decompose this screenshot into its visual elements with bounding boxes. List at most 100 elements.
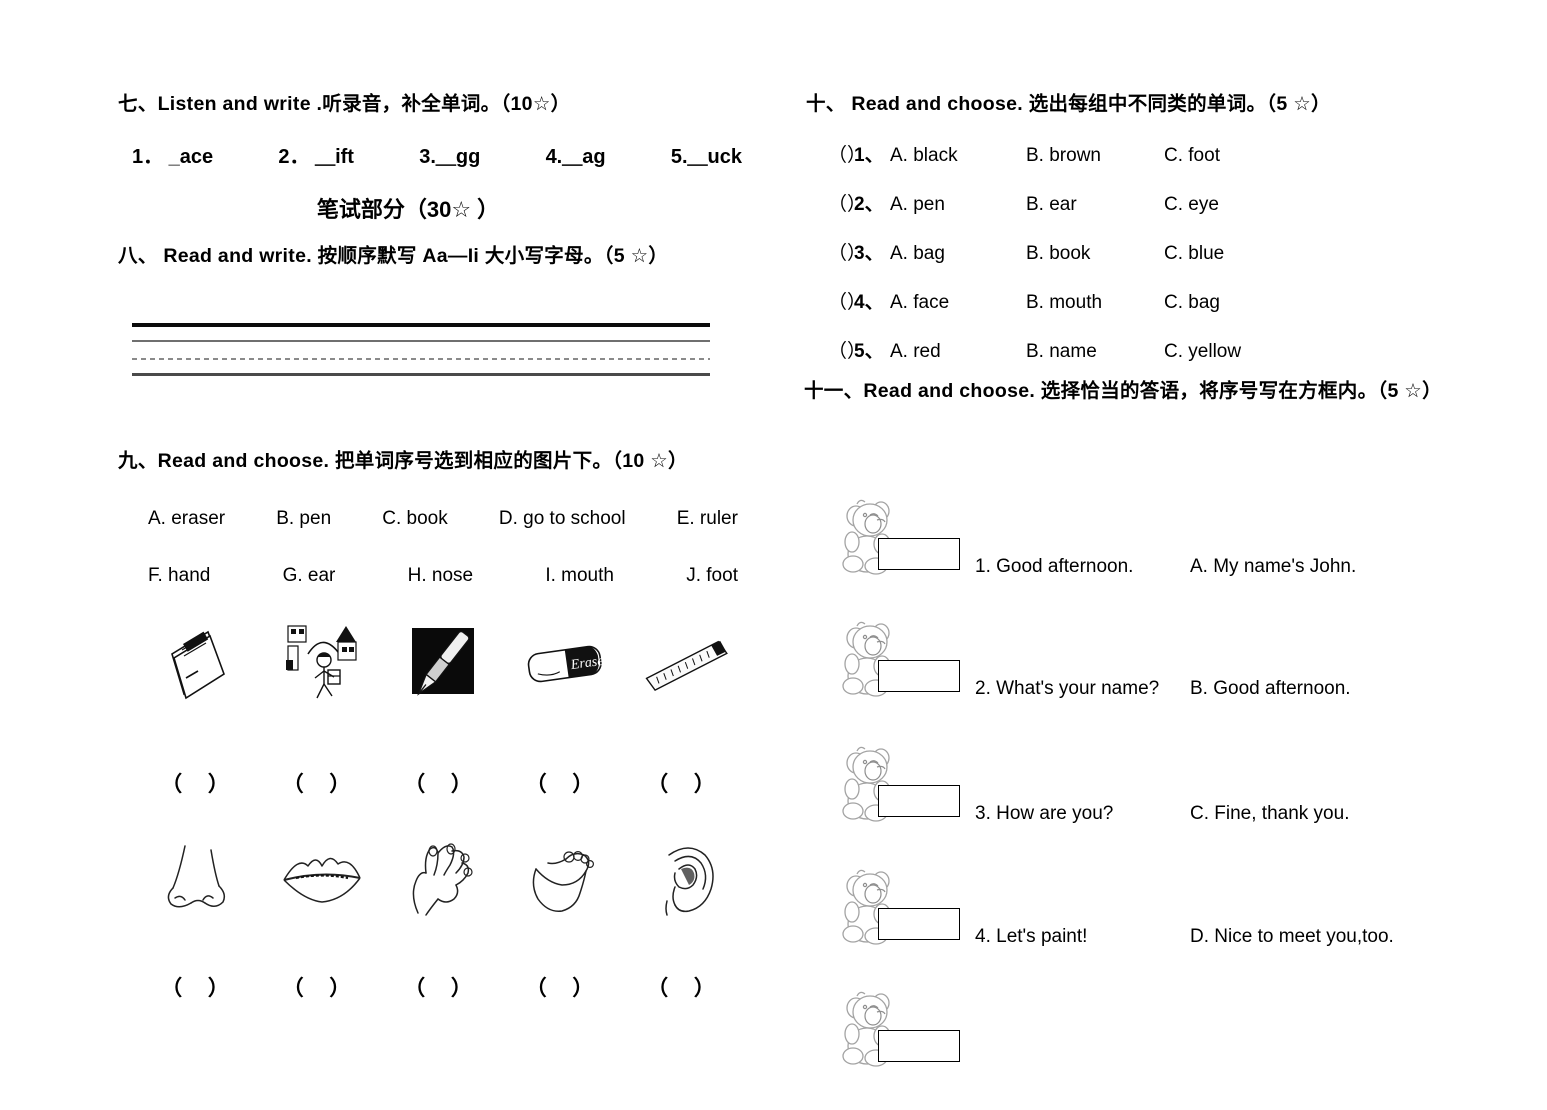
mc-option-b[interactable]: B. mouth bbox=[1026, 292, 1164, 314]
matching-row: 3. How are you? C. Fine, thank you. bbox=[820, 745, 1480, 865]
matching-row: 1. Good afternoon. A. My name's John. bbox=[820, 498, 1480, 618]
matching-answer-option[interactable]: A. My name's John. bbox=[1190, 556, 1356, 578]
go-to-school-picture bbox=[270, 618, 374, 710]
listen-and-write-items: 1． _ace 2． ＿ift 3.＿gg 4.＿ag 5.＿uck bbox=[132, 140, 742, 169]
mc-row[interactable]: （） 2、 A. pen B. ear C. eye bbox=[828, 189, 1468, 216]
matching-question: 3. How are you? bbox=[975, 803, 1114, 824]
mc-row[interactable]: （） 4、 A. face B. mouth C. bag bbox=[828, 287, 1468, 314]
answer-input-box[interactable] bbox=[878, 538, 960, 570]
section-eight-heading: 八、 Read and write. 按顺序默写 Aa—Ii 大小写字母。（5 … bbox=[118, 245, 669, 267]
word-bank-a: A. eraser bbox=[148, 508, 226, 529]
listen-item-2: 2． ＿ift bbox=[278, 146, 354, 168]
hand-picture bbox=[391, 834, 495, 926]
answer-blank[interactable]: （ ） bbox=[634, 972, 738, 1002]
mc-option-b[interactable]: B. name bbox=[1026, 341, 1164, 363]
mc-option-a[interactable]: A. pen bbox=[890, 194, 1026, 216]
mc-option-a[interactable]: A. red bbox=[890, 341, 1026, 363]
guide-line-bottom bbox=[132, 373, 710, 376]
mc-number: 1、 bbox=[854, 145, 884, 166]
ruler-picture bbox=[634, 618, 738, 710]
answer-blank[interactable]: （ ） bbox=[270, 972, 374, 1002]
section-seven-heading: 七、Listen and write .听录音，补全单词。（10☆） bbox=[118, 93, 571, 115]
left-column: 七、Listen and write .听录音，补全单词。（10☆） 1． _a… bbox=[118, 0, 758, 1092]
word-bank-b: B. pen bbox=[276, 508, 332, 529]
guide-line-middle-dashed bbox=[132, 358, 710, 360]
mc-option-c[interactable]: C. yellow bbox=[1164, 341, 1294, 363]
matching-answer-option[interactable]: B. Good afternoon. bbox=[1190, 678, 1351, 700]
mc-answer-blank[interactable]: （） bbox=[828, 140, 866, 167]
mc-answer-blank[interactable]: （） bbox=[828, 336, 866, 363]
picture-row-body-parts bbox=[148, 842, 738, 926]
mc-option-a[interactable]: A. face bbox=[890, 292, 1026, 314]
answer-blank[interactable]: （ ） bbox=[391, 972, 495, 1002]
word-bank-row-1: A. eraser B. pen C. book D. go to school… bbox=[148, 508, 738, 530]
mc-option-c[interactable]: C. bag bbox=[1164, 292, 1294, 314]
section-ten-heading: 十、 Read and choose. 选出每组中不同类的单词。（5 ☆） bbox=[806, 93, 1331, 115]
right-column: 十、 Read and choose. 选出每组中不同类的单词。（5 ☆） （）… bbox=[800, 0, 1500, 1092]
section-eleven-heading: 十一、Read and choose. 选择恰当的答语，将序号写在方框内。（5 … bbox=[804, 380, 1442, 402]
worksheet-page: 七、Listen and write .听录音，补全单词。（10☆） 1． _a… bbox=[0, 0, 1547, 1092]
book-picture bbox=[148, 618, 252, 710]
mc-row[interactable]: （） 3、 A. bag B. book C. blue bbox=[828, 238, 1468, 265]
word-bank-d: D. go to school bbox=[498, 508, 626, 529]
matching-answer-option[interactable]: D. Nice to meet you,too. bbox=[1190, 926, 1394, 948]
mc-answer-blank[interactable]: （） bbox=[828, 238, 866, 265]
matching-row: 4. Let's paint! D. Nice to meet you,too. bbox=[820, 868, 1480, 988]
eraser-picture: Eraser bbox=[513, 618, 617, 710]
answer-input-box[interactable] bbox=[878, 660, 960, 692]
answer-paren-row-2: （ ） （ ） （ ） （ ） （ ） bbox=[148, 972, 738, 1002]
odd-one-out-list: （） 1、 A. black B. brown C. foot （） 2、 A.… bbox=[828, 140, 1468, 385]
mc-number: 2、 bbox=[854, 194, 884, 215]
answer-input-box[interactable] bbox=[878, 785, 960, 817]
answer-input-box[interactable] bbox=[878, 908, 960, 940]
mc-row[interactable]: （） 5、 A. red B. name C. yellow bbox=[828, 336, 1468, 363]
mc-option-c[interactable]: C. eye bbox=[1164, 194, 1294, 216]
mc-option-b[interactable]: B. book bbox=[1026, 243, 1164, 265]
mouth-picture bbox=[270, 834, 374, 926]
matching-question: 1. Good afternoon. bbox=[975, 556, 1134, 577]
guide-line-upper bbox=[132, 340, 710, 342]
mc-number: 3、 bbox=[854, 243, 884, 264]
answer-blank[interactable]: （ ） bbox=[634, 768, 738, 798]
picture-row-objects: Eraser bbox=[148, 618, 738, 710]
written-part-title: 笔试部分（30☆ ） bbox=[316, 197, 500, 222]
word-bank-f: F. hand bbox=[148, 565, 211, 586]
answer-paren-row-1: （ ） （ ） （ ） （ ） （ ） bbox=[148, 768, 738, 798]
mc-option-a[interactable]: A. bag bbox=[890, 243, 1026, 265]
nose-picture bbox=[148, 834, 252, 926]
matching-question: 2. What's your name? bbox=[975, 678, 1160, 699]
matching-question: 4. Let's paint! bbox=[975, 926, 1088, 947]
mc-number: 4、 bbox=[854, 292, 884, 313]
answer-blank[interactable]: （ ） bbox=[270, 768, 374, 798]
answer-input-box[interactable] bbox=[878, 1030, 960, 1062]
answer-blank[interactable]: （ ） bbox=[513, 768, 617, 798]
matching-answer-option[interactable]: C. Fine, thank you. bbox=[1190, 803, 1349, 825]
word-bank-c: C. book bbox=[382, 508, 448, 529]
ear-picture bbox=[634, 834, 738, 926]
word-bank-h: H. nose bbox=[407, 565, 474, 586]
answer-blank[interactable]: （ ） bbox=[148, 972, 252, 1002]
matching-row: 2. What's your name? B. Good afternoon. bbox=[820, 620, 1480, 740]
answer-blank[interactable]: （ ） bbox=[391, 768, 495, 798]
mc-option-a[interactable]: A. black bbox=[890, 145, 1026, 167]
mc-option-b[interactable]: B. brown bbox=[1026, 145, 1164, 167]
word-bank-g: G. ear bbox=[282, 565, 336, 586]
answer-blank[interactable]: （ ） bbox=[148, 768, 252, 798]
listen-item-1: 1． _ace bbox=[132, 146, 214, 168]
section-nine-heading: 九、Read and choose. 把单词序号选到相应的图片下。（10 ☆） bbox=[118, 450, 688, 472]
listen-item-5: 5.＿uck bbox=[670, 146, 742, 168]
mc-option-c[interactable]: C. foot bbox=[1164, 145, 1294, 167]
mc-row[interactable]: （） 1、 A. black B. brown C. foot bbox=[828, 140, 1468, 167]
word-bank-i: I. mouth bbox=[545, 565, 614, 586]
mc-option-c[interactable]: C. blue bbox=[1164, 243, 1294, 265]
handwriting-guide-lines[interactable] bbox=[132, 318, 710, 378]
listen-item-3: 3.＿gg bbox=[419, 146, 481, 168]
answer-blank[interactable]: （ ） bbox=[513, 972, 617, 1002]
mc-answer-blank[interactable]: （） bbox=[828, 189, 866, 216]
mc-number: 5、 bbox=[854, 341, 884, 362]
mc-option-b[interactable]: B. ear bbox=[1026, 194, 1164, 216]
word-bank-e: E. ruler bbox=[676, 508, 738, 529]
mc-answer-blank[interactable]: （） bbox=[828, 287, 866, 314]
foot-picture bbox=[513, 834, 617, 926]
matching-row bbox=[820, 990, 1480, 1110]
